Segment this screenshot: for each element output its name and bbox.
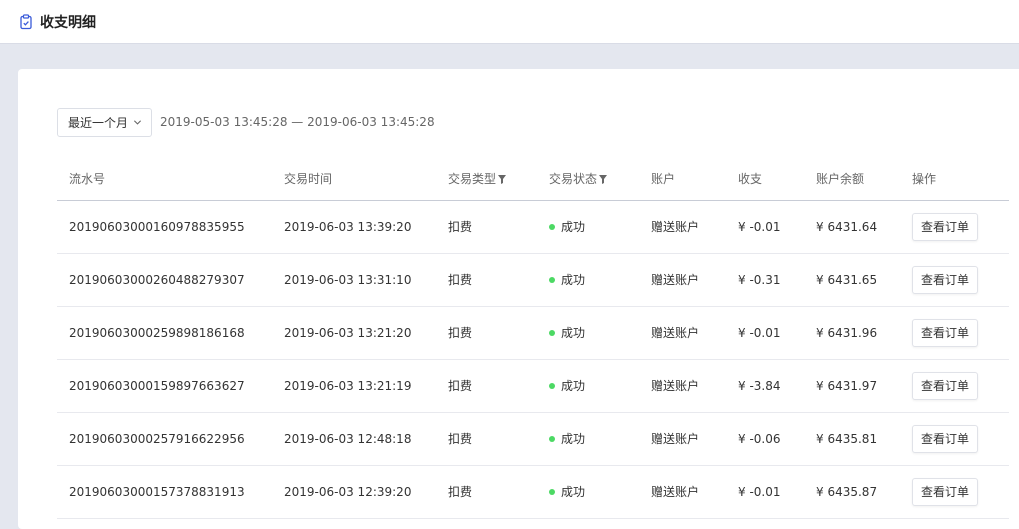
cell-action: 查看订单 (900, 253, 1009, 307)
cell-action: 查看订单 (900, 359, 1009, 413)
status-dot (549, 436, 555, 442)
table-header-row: 流水号 交易时间 交易类型 交易状态 账户 收支 账户余额 操作 (57, 157, 1009, 201)
cell-time: 2019-06-03 12:39:20 (272, 465, 436, 519)
cell-balance: ¥ 6431.96 (804, 306, 900, 360)
column-header-amount: 收支 (726, 157, 804, 201)
filter-icon[interactable] (498, 174, 507, 184)
cell-account: 赠送账户 (639, 253, 726, 307)
cell-balance: ¥ 6431.65 (804, 253, 900, 307)
cell-serial: 20190603000159897663627 (57, 359, 272, 413)
status-label: 成功 (561, 220, 586, 234)
status-dot (549, 277, 555, 283)
column-header-action: 操作 (900, 157, 1009, 201)
table-row: 20190603000259898186168 2019-06-03 13:21… (57, 306, 1009, 360)
cell-action: 查看订单 (900, 412, 1009, 466)
cell-amount: ¥ -0.31 (726, 253, 804, 307)
view-order-button[interactable]: 查看订单 (912, 477, 979, 506)
cell-status: 成功 (537, 412, 639, 466)
status-label: 成功 (561, 432, 586, 446)
cell-account: 赠送账户 (639, 465, 726, 519)
status-label: 成功 (561, 273, 586, 287)
column-header-balance: 账户余额 (804, 157, 900, 201)
cell-status: 成功 (537, 359, 639, 413)
cell-type: 扣费 (436, 253, 537, 307)
cell-status: 成功 (537, 306, 639, 360)
cell-type: 扣费 (436, 412, 537, 466)
column-header-status[interactable]: 交易状态 (537, 157, 639, 201)
status-label: 成功 (561, 485, 586, 499)
status-label: 成功 (561, 326, 586, 340)
date-start: 2019-05-03 13:45:28 (160, 115, 288, 129)
cell-amount: ¥ -0.06 (726, 412, 804, 466)
cell-type: 扣费 (436, 306, 537, 360)
cell-action: 查看订单 (900, 200, 1009, 254)
cell-serial: 20190603000260488279307 (57, 253, 272, 307)
table-row: 20190603000257916622956 2019-06-03 12:48… (57, 412, 1009, 466)
cell-amount: ¥ -0.01 (726, 465, 804, 519)
cell-action: 查看订单 (900, 465, 1009, 519)
cell-balance: ¥ 6431.97 (804, 359, 900, 413)
view-order-button[interactable]: 查看订单 (912, 318, 979, 347)
cell-status: 成功 (537, 465, 639, 519)
chevron-down-icon (133, 119, 142, 125)
clipboard-icon (20, 13, 32, 29)
cell-account: 赠送账户 (639, 412, 726, 466)
status-dot (549, 330, 555, 336)
cell-serial: 20190603000259898186168 (57, 306, 272, 360)
view-order-button[interactable]: 查看订单 (912, 371, 979, 400)
cell-status: 成功 (537, 253, 639, 307)
page-title: 收支明细 (40, 14, 96, 31)
cell-type: 扣费 (436, 359, 537, 413)
date-range-select-label: 最近一个月 (68, 115, 129, 130)
date-separator: — (291, 115, 304, 129)
column-header-type[interactable]: 交易类型 (436, 157, 537, 201)
status-label: 成功 (561, 379, 586, 393)
view-order-button[interactable]: 查看订单 (912, 265, 979, 294)
main-card: 最近一个月 2019-05-03 13:45:28 — 2019-06-03 1… (18, 69, 1019, 529)
transaction-table: 流水号 交易时间 交易类型 交易状态 账户 收支 账户余额 操作 2019060… (57, 157, 1009, 519)
cell-serial: 20190603000257916622956 (57, 412, 272, 466)
cell-serial: 20190603000157378831913 (57, 465, 272, 519)
cell-amount: ¥ -0.01 (726, 200, 804, 254)
cell-action: 查看订单 (900, 306, 1009, 360)
cell-amount: ¥ -0.01 (726, 306, 804, 360)
date-range-select[interactable]: 最近一个月 (57, 107, 153, 137)
cell-time: 2019-06-03 13:39:20 (272, 200, 436, 254)
cell-serial: 20190603000160978835955 (57, 200, 272, 254)
cell-type: 扣费 (436, 200, 537, 254)
view-order-button[interactable]: 查看订单 (912, 212, 979, 241)
cell-type: 扣费 (436, 465, 537, 519)
cell-amount: ¥ -3.84 (726, 359, 804, 413)
cell-account: 赠送账户 (639, 306, 726, 360)
cell-time: 2019-06-03 13:21:20 (272, 306, 436, 360)
column-header-type-label: 交易类型 (448, 171, 497, 186)
cell-balance: ¥ 6435.81 (804, 412, 900, 466)
cell-time: 2019-06-03 13:31:10 (272, 253, 436, 307)
column-header-time: 交易时间 (272, 157, 436, 201)
status-dot (549, 224, 555, 230)
table-row: 20190603000160978835955 2019-06-03 13:39… (57, 200, 1009, 254)
filter-row: 最近一个月 2019-05-03 13:45:28 — 2019-06-03 1… (57, 107, 435, 137)
cell-status: 成功 (537, 200, 639, 254)
cell-balance: ¥ 6431.64 (804, 200, 900, 254)
status-dot (549, 489, 555, 495)
filter-icon[interactable] (599, 174, 608, 184)
cell-account: 赠送账户 (639, 359, 726, 413)
cell-time: 2019-06-03 12:48:18 (272, 412, 436, 466)
table-body: 20190603000160978835955 2019-06-03 13:39… (57, 200, 1009, 519)
status-dot (549, 383, 555, 389)
cell-balance: ¥ 6435.87 (804, 465, 900, 519)
table-row: 20190603000157378831913 2019-06-03 12:39… (57, 465, 1009, 519)
view-order-button[interactable]: 查看订单 (912, 424, 979, 453)
table-row: 20190603000159897663627 2019-06-03 13:21… (57, 359, 1009, 413)
date-end: 2019-06-03 13:45:28 (307, 115, 435, 129)
top-bar: 收支明细 (0, 0, 1019, 44)
date-range-text: 2019-05-03 13:45:28 — 2019-06-03 13:45:2… (160, 115, 435, 129)
column-header-serial: 流水号 (57, 157, 272, 201)
column-header-account: 账户 (639, 157, 726, 201)
table-row: 20190603000260488279307 2019-06-03 13:31… (57, 253, 1009, 307)
cell-time: 2019-06-03 13:21:19 (272, 359, 436, 413)
cell-account: 赠送账户 (639, 200, 726, 254)
column-header-status-label: 交易状态 (549, 171, 598, 186)
